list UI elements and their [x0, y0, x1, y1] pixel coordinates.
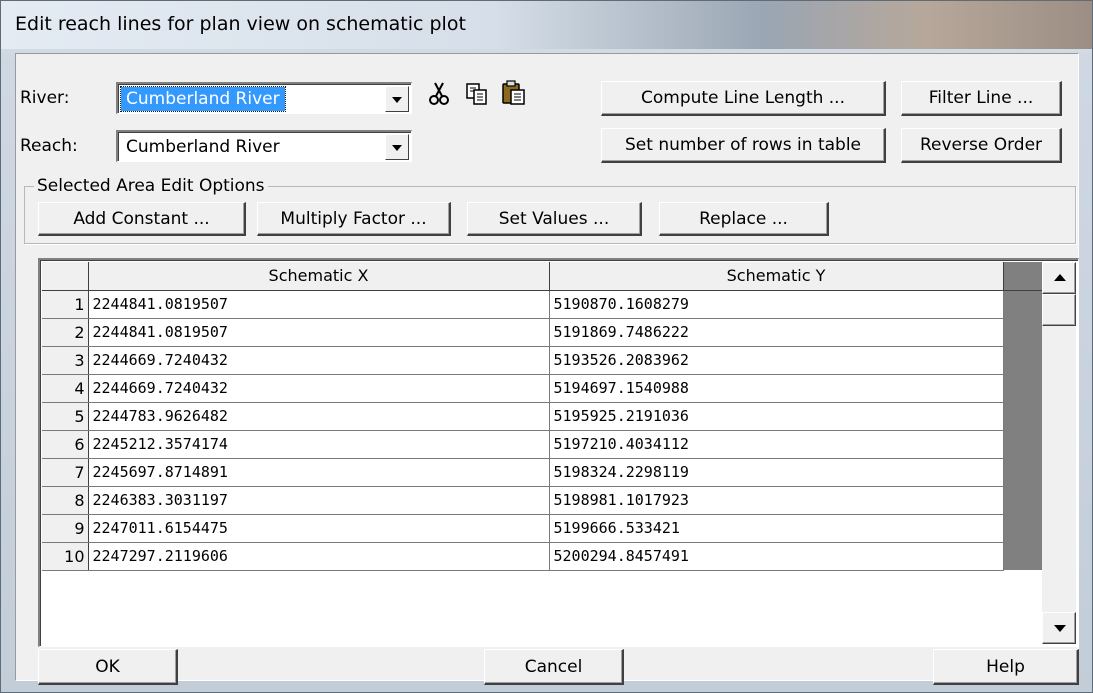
- filter-line-button[interactable]: Filter Line ...: [901, 81, 1062, 116]
- compute-line-length-button[interactable]: Compute Line Length ...: [601, 81, 886, 116]
- cell-schematic-y[interactable]: 5195925.2191036: [549, 402, 1004, 431]
- column-header-schematic-x[interactable]: Schematic X: [88, 262, 550, 291]
- chevron-down-icon[interactable]: [385, 86, 409, 112]
- dialog-client-area: River: Cumberland River Compute Line Len…: [15, 53, 1079, 685]
- scroll-down-arrow-icon[interactable]: [1042, 612, 1076, 644]
- cell-schematic-x[interactable]: 2246383.3031197: [88, 486, 550, 515]
- table-row: 5 2244783.9626482 5195925.2191036: [42, 402, 1042, 431]
- cell-schematic-x[interactable]: 2247011.6154475: [88, 514, 550, 543]
- row-number[interactable]: 10: [42, 542, 89, 571]
- corner-cell[interactable]: [42, 262, 89, 291]
- row-number[interactable]: 9: [42, 514, 89, 543]
- cell-schematic-x[interactable]: 2244669.7240432: [88, 374, 550, 403]
- table-row: 6 2245212.3574174 5197210.4034112: [42, 430, 1042, 459]
- gray-fill: [1003, 542, 1042, 570]
- reach-dropdown-value: Cumberland River: [126, 137, 280, 157]
- window-title: Edit reach lines for plan view on schema…: [15, 13, 466, 35]
- cell-schematic-x[interactable]: 2244841.0819507: [88, 290, 550, 319]
- dialog-window: Edit reach lines for plan view on schema…: [0, 0, 1093, 693]
- row-number[interactable]: 2: [42, 318, 89, 347]
- copy-icon[interactable]: [463, 80, 491, 108]
- row-number[interactable]: 5: [42, 402, 89, 431]
- gray-fill: [1003, 374, 1042, 402]
- row-number[interactable]: 4: [42, 374, 89, 403]
- cell-schematic-x[interactable]: 2244783.9626482: [88, 402, 550, 431]
- cell-schematic-y[interactable]: 5197210.4034112: [549, 430, 1004, 459]
- cell-schematic-y[interactable]: 5199666.533421: [549, 514, 1004, 543]
- cell-schematic-y[interactable]: 5198981.1017923: [549, 486, 1004, 515]
- table-row: 2 2244841.0819507 5191869.7486222: [42, 318, 1042, 347]
- chevron-down-icon[interactable]: [385, 134, 409, 160]
- gray-fill: [1003, 430, 1042, 458]
- cell-schematic-y[interactable]: 5198324.2298119: [549, 458, 1004, 487]
- gray-fill: [1003, 346, 1042, 374]
- row-number[interactable]: 6: [42, 430, 89, 459]
- set-values-button[interactable]: Set Values ...: [467, 202, 642, 236]
- title-bar[interactable]: Edit reach lines for plan view on schema…: [1, 1, 1092, 49]
- table-header-row: Schematic X Schematic Y: [42, 262, 1042, 291]
- gray-fill: [1003, 290, 1042, 318]
- row-number[interactable]: 1: [42, 290, 89, 319]
- table-row: 1 2244841.0819507 5190870.1608279: [42, 290, 1042, 319]
- gray-fill: [1003, 458, 1042, 486]
- ok-button[interactable]: OK: [38, 649, 178, 685]
- row-number[interactable]: 3: [42, 346, 89, 375]
- table-row: 10 2247297.2119606 5200294.8457491: [42, 542, 1042, 571]
- cell-schematic-y[interactable]: 5200294.8457491: [549, 542, 1004, 571]
- help-button[interactable]: Help: [933, 649, 1079, 685]
- table-row: 4 2244669.7240432 5194697.1540988: [42, 374, 1042, 403]
- edit-options-title: Selected Area Edit Options: [34, 176, 268, 196]
- row-number[interactable]: 7: [42, 458, 89, 487]
- river-dropdown[interactable]: Cumberland River: [116, 82, 412, 114]
- row-number[interactable]: 8: [42, 486, 89, 515]
- table-row: 8 2246383.3031197 5198981.1017923: [42, 486, 1042, 515]
- vertical-scrollbar[interactable]: [1042, 262, 1076, 644]
- table-row: 7 2245697.8714891 5198324.2298119: [42, 458, 1042, 487]
- gray-fill: [1003, 486, 1042, 514]
- reach-dropdown[interactable]: Cumberland River: [116, 130, 412, 162]
- reach-label: Reach:: [20, 136, 78, 156]
- gray-fill: [1003, 402, 1042, 430]
- cell-schematic-y[interactable]: 5193526.2083962: [549, 346, 1004, 375]
- add-constant-button[interactable]: Add Constant ...: [38, 202, 246, 236]
- cell-schematic-y[interactable]: 5194697.1540988: [549, 374, 1004, 403]
- coordinates-grid[interactable]: Schematic X Schematic Y 1 2244841.081950…: [38, 258, 1079, 647]
- cancel-button[interactable]: Cancel: [484, 649, 624, 685]
- cut-icon[interactable]: [425, 80, 453, 108]
- column-header-schematic-y[interactable]: Schematic Y: [549, 262, 1004, 291]
- paste-icon[interactable]: [500, 79, 528, 107]
- scroll-up-arrow-icon[interactable]: [1042, 262, 1076, 294]
- gray-fill: [1003, 318, 1042, 346]
- cell-schematic-x[interactable]: 2245212.3574174: [88, 430, 550, 459]
- cell-schematic-y[interactable]: 5190870.1608279: [549, 290, 1004, 319]
- header-gray-fill: [1003, 262, 1042, 291]
- multiply-factor-button[interactable]: Multiply Factor ...: [257, 202, 451, 236]
- coordinates-table: Schematic X Schematic Y 1 2244841.081950…: [42, 262, 1042, 571]
- reverse-order-button[interactable]: Reverse Order: [901, 128, 1062, 163]
- cell-schematic-y[interactable]: 5191869.7486222: [549, 318, 1004, 347]
- cell-schematic-x[interactable]: 2247297.2119606: [88, 542, 550, 571]
- table-row: 3 2244669.7240432 5193526.2083962: [42, 346, 1042, 375]
- set-rows-button[interactable]: Set number of rows in table: [601, 128, 886, 163]
- gray-fill: [1003, 514, 1042, 542]
- table-row: 9 2247011.6154475 5199666.533421: [42, 514, 1042, 543]
- cell-schematic-x[interactable]: 2245697.8714891: [88, 458, 550, 487]
- river-label: River:: [20, 88, 70, 108]
- river-dropdown-value: Cumberland River: [120, 86, 286, 112]
- scroll-thumb[interactable]: [1042, 294, 1076, 326]
- cell-schematic-x[interactable]: 2244669.7240432: [88, 346, 550, 375]
- cell-schematic-x[interactable]: 2244841.0819507: [88, 318, 550, 347]
- replace-button[interactable]: Replace ...: [659, 202, 829, 236]
